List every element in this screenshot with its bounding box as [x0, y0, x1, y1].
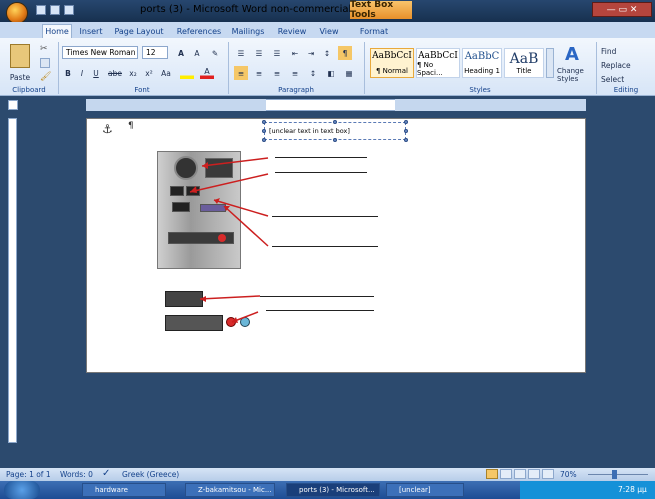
arrow — [223, 205, 269, 247]
web-layout-icon[interactable] — [514, 469, 526, 479]
status-bar — [0, 468, 655, 481]
arrowhead — [200, 296, 206, 302]
arrow — [201, 157, 269, 167]
draft-icon[interactable] — [542, 469, 554, 479]
clock: 7:28 μμ — [618, 485, 647, 494]
page-count[interactable]: Page: 1 of 1 — [6, 470, 51, 479]
arrow — [189, 173, 269, 193]
outline-icon[interactable] — [528, 469, 540, 479]
full-screen-icon[interactable] — [500, 469, 512, 479]
start-button[interactable] — [4, 481, 40, 499]
arrows-overlay — [189, 157, 269, 323]
taskbar-item-unclear[interactable]: [unclear] — [386, 483, 464, 497]
arrow — [213, 199, 269, 217]
arrowhead — [190, 186, 197, 193]
word-count[interactable]: Words: 0 — [60, 470, 93, 479]
zoom-slider-thumb[interactable] — [612, 470, 617, 479]
taskbar-item-hardware[interactable]: hardware — [82, 483, 166, 497]
language[interactable]: Greek (Greece) — [122, 470, 179, 479]
arrowhead — [202, 162, 208, 169]
taskbar-item-word[interactable]: Z-bakamitsou - Mic... — [185, 483, 275, 497]
print-layout-icon[interactable] — [486, 469, 498, 479]
zoom-slider[interactable] — [588, 474, 648, 475]
proofing-icon[interactable]: ✓ — [102, 468, 110, 479]
zoom-level[interactable]: 70% — [560, 470, 577, 479]
arrow — [199, 295, 261, 300]
taskbar-item-ports[interactable]: ports (3) - Microsoft... — [286, 483, 380, 497]
